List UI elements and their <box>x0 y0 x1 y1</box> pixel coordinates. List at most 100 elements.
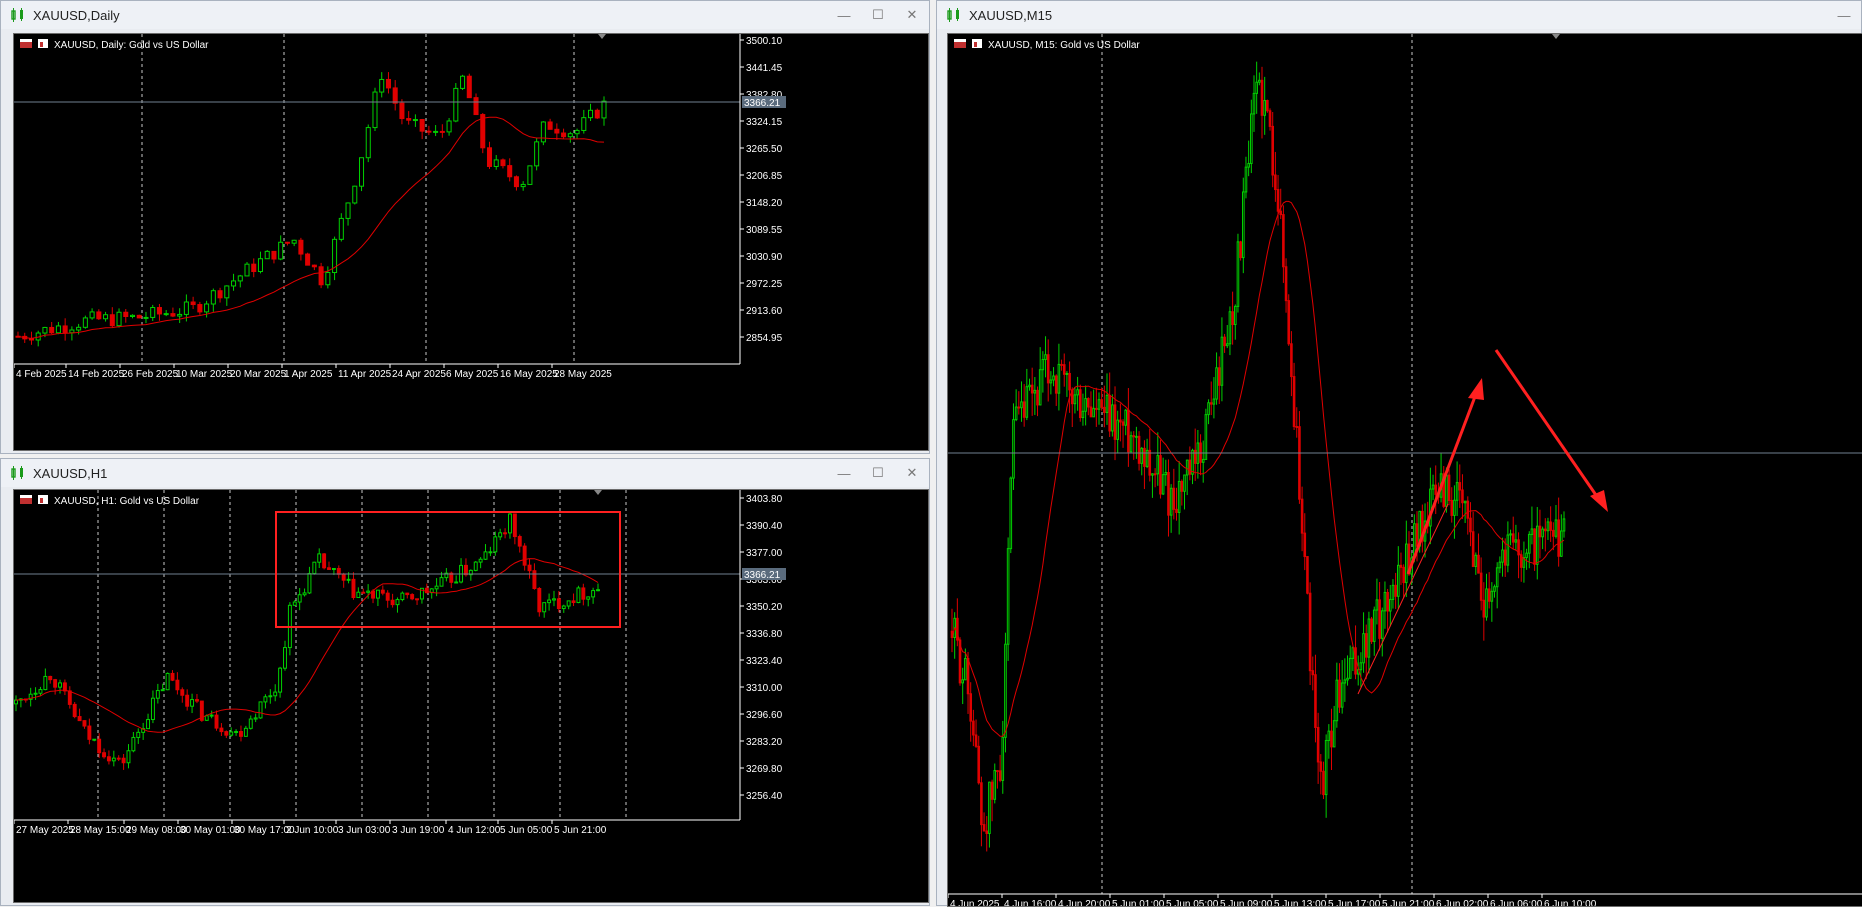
daily-chart-area[interactable]: 3500.10 3441.45 3382.80 3324.15 3265.50 3206.… <box>13 33 929 451</box>
minimize-button[interactable]: — <box>1827 1 1861 29</box>
candle <box>1359 652 1363 688</box>
candle-body <box>483 551 488 560</box>
candle-body <box>1266 100 1269 112</box>
candle <box>1287 294 1291 346</box>
candle <box>129 314 136 319</box>
maximize-button[interactable]: ☐ <box>861 1 895 29</box>
minimize-button[interactable]: — <box>827 459 861 487</box>
candle <box>1324 734 1328 818</box>
candle-body <box>540 121 546 143</box>
candle-body <box>1247 162 1250 168</box>
candle-body <box>239 731 243 737</box>
candle <box>1148 428 1152 482</box>
m15-chart-svg[interactable]: 4 Jun 2025 4 Jun 16:00 4 Jun 20:00 5 Jun 01… <box>948 34 1862 907</box>
h1-titlebar[interactable]: XAUUSD,H1 — ☐ ✕ <box>1 459 929 487</box>
candle-body <box>278 667 283 693</box>
candle <box>392 80 398 111</box>
candle <box>307 566 312 595</box>
candle-body <box>1073 394 1077 405</box>
candle-body <box>1397 564 1400 597</box>
candle <box>1156 432 1160 486</box>
candle <box>1383 581 1387 629</box>
candle-body <box>1332 720 1336 748</box>
candle <box>1004 632 1007 753</box>
candle-body <box>1399 564 1403 568</box>
candle-body <box>1282 214 1285 268</box>
candle <box>1372 606 1376 656</box>
candle-body <box>964 657 967 681</box>
h1-chart-svg[interactable]: 3403.803390.403377.003363.603350.203336.… <box>14 490 929 903</box>
candle <box>1175 487 1178 521</box>
candle <box>1495 562 1499 609</box>
candle <box>540 121 546 146</box>
candle <box>500 158 506 169</box>
candlestick-app-icon <box>947 8 959 22</box>
candle <box>1562 511 1566 538</box>
m15-titlebar[interactable]: XAUUSD,M15 — <box>937 1 1861 29</box>
candle <box>380 585 385 596</box>
candle <box>998 754 1002 783</box>
candle-body <box>586 596 591 600</box>
candle-body <box>298 239 304 255</box>
candle <box>1388 584 1392 627</box>
time-tick-label: 11 Apr 2025 <box>338 369 392 380</box>
candle <box>318 262 324 289</box>
candle <box>1282 205 1285 283</box>
candle-body <box>1533 528 1536 565</box>
candle <box>1076 376 1079 411</box>
close-button[interactable]: ✕ <box>895 459 929 487</box>
time-tick-label: 27 May 2025 <box>16 825 74 836</box>
time-tick-label: 29 May 08:00 <box>126 825 187 836</box>
candle <box>552 590 556 607</box>
candle <box>278 235 284 261</box>
close-button[interactable]: ✕ <box>895 1 929 29</box>
candle <box>385 72 391 94</box>
candle <box>1479 557 1483 611</box>
flag-icon-stripe <box>20 39 32 42</box>
time-tick-label: 3 Jun 03:00 <box>338 825 391 836</box>
candle <box>190 296 196 310</box>
candlestick-app-icon <box>11 8 23 22</box>
candle <box>237 274 243 288</box>
minimize-button[interactable]: — <box>827 1 861 29</box>
candle <box>1284 258 1288 313</box>
candle <box>527 165 533 185</box>
candle-body <box>390 599 395 606</box>
daily-chart-svg[interactable]: 3500.103441.453382.803324.153265.503206.… <box>14 34 929 451</box>
candle-body <box>1562 518 1566 532</box>
candle <box>996 770 999 789</box>
candle-body <box>1487 588 1491 602</box>
current-price-label: 3366.21 <box>744 98 781 109</box>
trend-arrow-annotations <box>1357 349 1608 695</box>
candle-body <box>552 598 556 601</box>
candle <box>1455 461 1459 516</box>
candle <box>351 572 356 600</box>
m15-chart-area[interactable]: 4 Jun 2025 4 Jun 16:00 4 Jun 20:00 5 Jun 01… <box>947 33 1862 907</box>
candle <box>82 315 88 329</box>
candle <box>14 695 18 712</box>
candle <box>185 689 190 711</box>
candle <box>116 755 121 762</box>
candle <box>1185 459 1189 496</box>
candle-body <box>1033 389 1037 394</box>
chart-icon-bar <box>40 498 43 503</box>
maximize-button[interactable]: ☐ <box>861 459 895 487</box>
candle-body <box>1225 343 1229 347</box>
candle <box>224 730 229 739</box>
candle-body <box>1022 401 1026 418</box>
candle <box>1177 461 1181 535</box>
candle-body <box>1471 531 1475 567</box>
candle-body <box>273 691 278 697</box>
candle <box>1348 645 1352 679</box>
candle <box>55 321 61 335</box>
candle <box>1084 385 1087 426</box>
candle <box>287 602 292 656</box>
candle <box>33 687 38 700</box>
candle <box>399 99 405 125</box>
candle <box>379 72 385 98</box>
h1-chart-area[interactable]: 3403.80 3390.40 3377.00 3363.60 3350.20 3336.… <box>13 489 929 903</box>
candle-body <box>990 781 994 800</box>
candle-body <box>251 263 257 273</box>
daily-titlebar[interactable]: XAUUSD,Daily — ☐ ✕ <box>1 1 929 29</box>
candle <box>53 678 58 695</box>
